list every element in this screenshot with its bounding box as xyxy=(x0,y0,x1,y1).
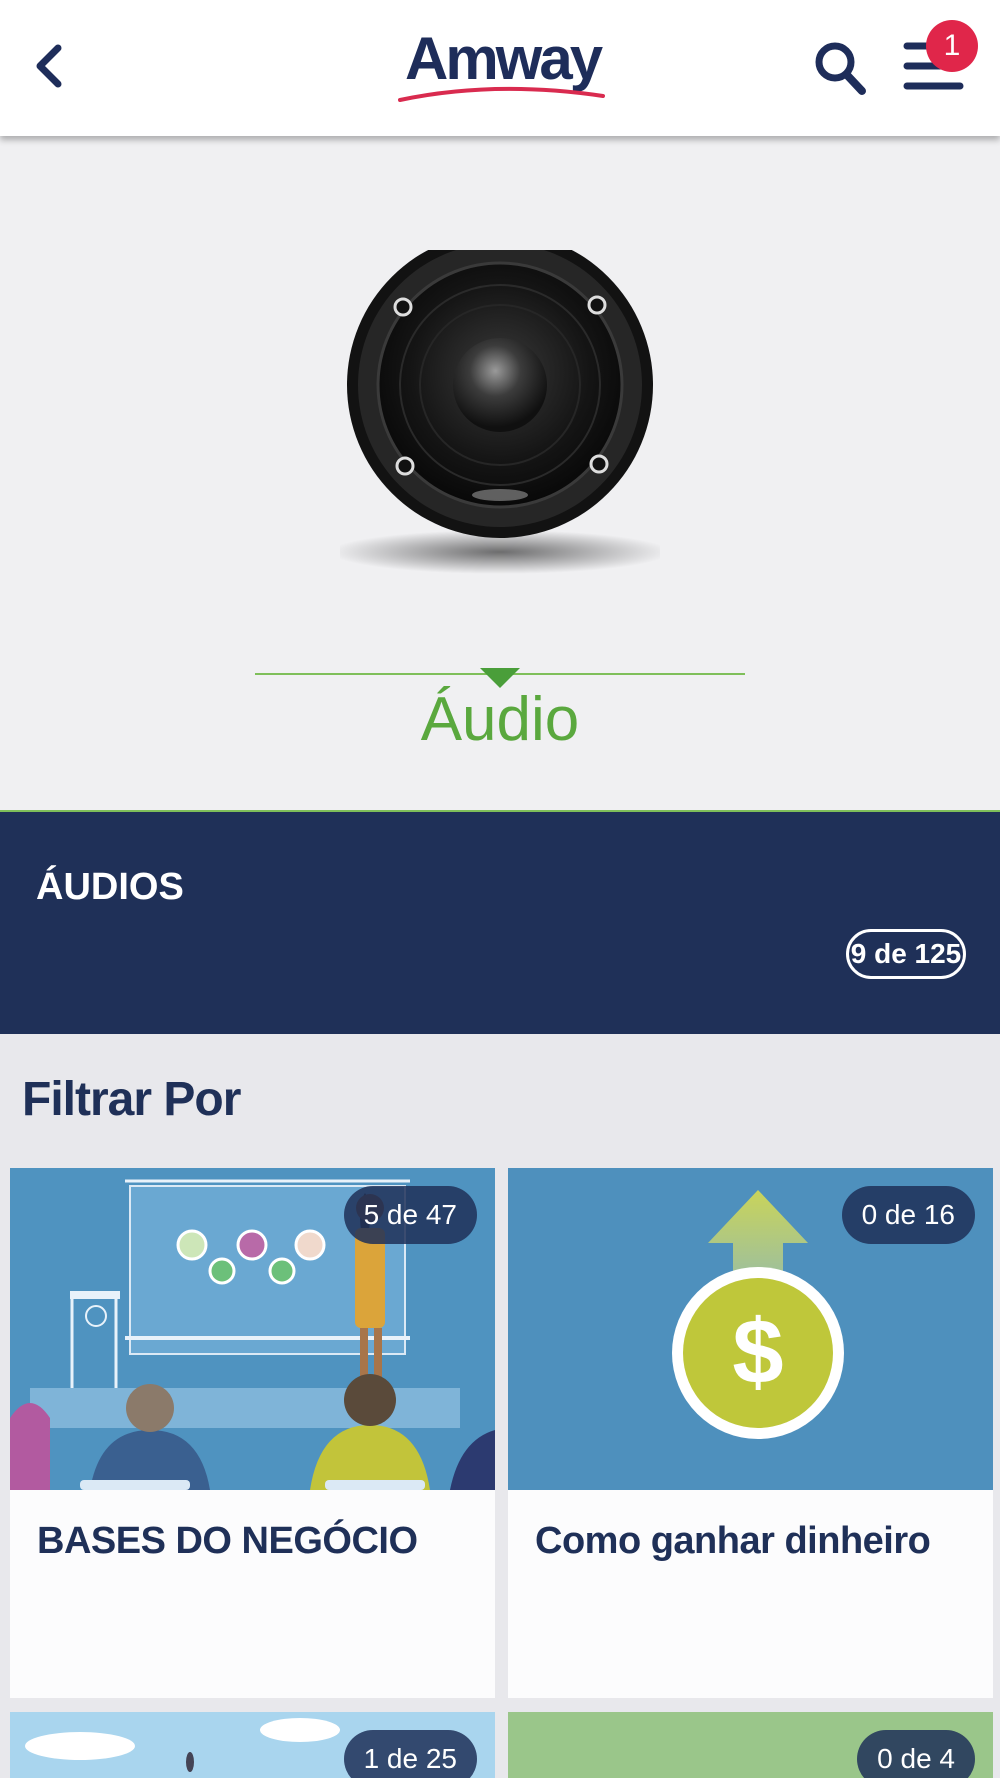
logo-swoosh xyxy=(398,86,605,102)
notification-badge: 1 xyxy=(926,20,978,72)
category-progress-badge: 9 de 125 xyxy=(846,929,966,979)
card-progress-badge: 5 de 47 xyxy=(343,1186,477,1244)
card-progress-badge: 0 de 4 xyxy=(857,1730,975,1778)
category-banner: ÁUDIOS 9 de 125 xyxy=(0,812,1000,1034)
speaker-icon xyxy=(340,250,660,574)
card-title: BASES DO NEGÓCIO xyxy=(37,1520,418,1562)
chevron-left-icon xyxy=(36,44,62,88)
app-header: Amway 1 xyxy=(0,0,1000,136)
search-button[interactable] xyxy=(812,38,870,98)
category-title: ÁUDIOS xyxy=(36,866,184,908)
green-illustration: 0 de 4 xyxy=(508,1712,993,1778)
back-button[interactable] xyxy=(28,40,72,92)
sky-illustration: 1 de 25 xyxy=(10,1712,495,1778)
card-progress-badge: 0 de 16 xyxy=(841,1186,975,1244)
category-card[interactable]: 1 de 25 xyxy=(10,1712,495,1778)
search-icon xyxy=(815,42,866,95)
card-title: Como ganhar dinheiro xyxy=(535,1520,931,1562)
category-card[interactable]: 0 de 4 xyxy=(508,1712,993,1778)
dollar-coin-illustration: $ 0 de 16 xyxy=(508,1168,993,1490)
card-progress-badge: 1 de 25 xyxy=(343,1730,477,1778)
presentation-illustration: 5 de 47 xyxy=(10,1168,495,1490)
amway-logo[interactable]: Amway xyxy=(395,22,610,106)
filter-heading: Filtrar Por xyxy=(22,1073,241,1126)
hero-section: Áudio xyxy=(0,136,1000,812)
category-card[interactable]: 5 de 47 BASES DO NEGÓCIO xyxy=(10,1168,495,1698)
category-card[interactable]: $ 0 de 16 Como ganhar dinheiro xyxy=(508,1168,993,1698)
hero-title: Áudio xyxy=(420,685,580,754)
svg-text:$: $ xyxy=(732,1301,783,1403)
